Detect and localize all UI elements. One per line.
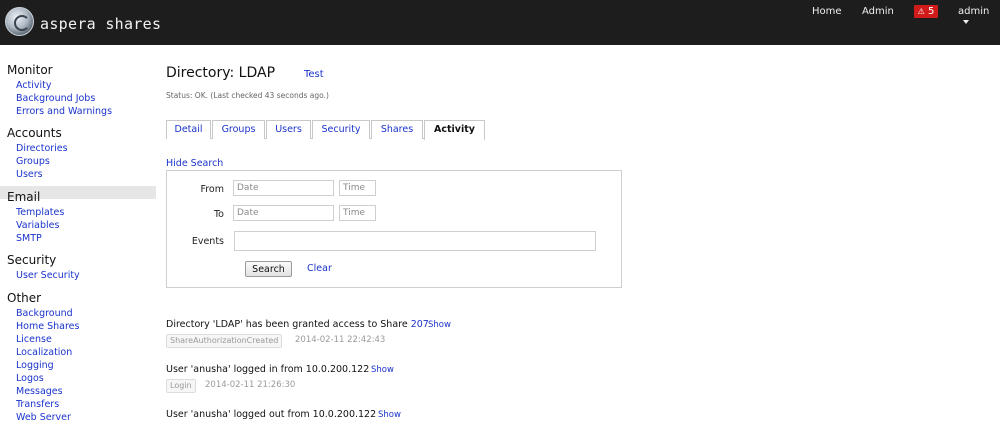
nav-admin-link[interactable]: Admin [862,6,894,17]
sidebar-section-other: Other [7,291,42,305]
sidebar-item-localization[interactable]: Localization [16,347,72,358]
show-link[interactable]: Show [371,365,394,375]
search-button[interactable]: Search [245,261,292,277]
from-time-input[interactable] [339,180,376,196]
sidebar-item-directories[interactable]: Directories [16,143,68,154]
sidebar-item-home-shares[interactable]: Home Shares [16,321,79,332]
activity-timestamp: 2014-02-11 21:26:30 [205,380,296,390]
sidebar-item-groups[interactable]: Groups [16,156,50,167]
tab-shares[interactable]: Shares [371,120,423,139]
show-link[interactable]: Show [378,410,401,420]
sidebar-item-transfers[interactable]: Transfers [16,399,59,410]
nav-home-link[interactable]: Home [812,6,842,17]
sidebar-item-activity[interactable]: Activity [16,80,52,91]
sidebar-item-users[interactable]: Users [16,169,43,180]
to-label: To [213,209,224,220]
clear-link[interactable]: Clear [307,263,332,274]
tab-users[interactable]: Users [266,120,311,139]
event-type-tag: Login [166,379,196,393]
sidebar-section-monitor: Monitor [7,63,53,77]
sidebar-section-email: Email [7,190,41,204]
sidebar-item-logos[interactable]: Logos [16,373,44,384]
events-label: Events [191,236,224,247]
alerts-count: 5 [927,6,935,17]
user-menu[interactable]: admin [958,6,1000,28]
sidebar-item-background-jobs[interactable]: Background Jobs [16,93,95,104]
to-time-input[interactable] [339,205,376,221]
sidebar-item-logging[interactable]: Logging [16,360,54,371]
sidebar-section-security: Security [7,253,57,267]
sidebar-item-variables[interactable]: Variables [16,220,59,231]
sidebar-item-user-security[interactable]: User Security [16,270,80,281]
share-link[interactable]: 207 [411,319,429,330]
activity-item-text: Directory 'LDAP' has been granted access… [166,319,411,330]
alerts-badge[interactable]: ⚠ 5 [914,5,938,18]
brand-name[interactable]: aspera shares [40,15,161,33]
test-link[interactable]: Test [304,69,324,80]
activity-item-message: User 'anusha' logged out from 10.0.200.1… [166,409,377,420]
show-link[interactable]: Show [428,320,451,330]
to-date-input[interactable] [233,205,334,221]
hide-search-link[interactable]: Hide Search [166,158,223,169]
sidebar-item-smtp[interactable]: SMTP [16,233,42,244]
top-bar: aspera shares Home Admin ⚠ 5 admin [0,0,1000,45]
page-title: Directory: LDAP [166,65,276,81]
chevron-down-icon [963,20,969,24]
user-name: admin [958,6,990,17]
from-label: From [200,184,224,195]
sidebar-item-templates[interactable]: Templates [16,207,64,218]
activity-item-message: Directory 'LDAP' has been granted access… [166,319,429,330]
tab-activity[interactable]: Activity [424,120,485,140]
warning-icon: ⚠ [917,7,925,16]
tab-security[interactable]: Security [312,120,370,139]
events-input[interactable] [234,231,596,251]
sidebar-item-errors-and-warnings[interactable]: Errors and Warnings [16,106,112,117]
status-text: Status: OK. (Last checked 43 seconds ago… [166,91,329,100]
activity-timestamp: 2014-02-11 22:42:43 [295,335,386,345]
from-date-input[interactable] [233,180,334,196]
sidebar-item-web-server[interactable]: Web Server [16,412,71,423]
event-type-tag: ShareAuthorizationCreated [166,334,283,348]
activity-item-message: User 'anusha' logged in from 10.0.200.12… [166,364,370,375]
sidebar-section-accounts: Accounts [7,126,62,140]
sidebar-item-background[interactable]: Background [16,308,73,319]
sidebar-item-messages[interactable]: Messages [16,386,63,397]
aspera-logo-icon[interactable] [5,7,34,36]
tab-groups[interactable]: Groups [212,120,265,139]
tab-detail[interactable]: Detail [166,120,211,139]
sidebar-item-license[interactable]: License [16,334,52,345]
